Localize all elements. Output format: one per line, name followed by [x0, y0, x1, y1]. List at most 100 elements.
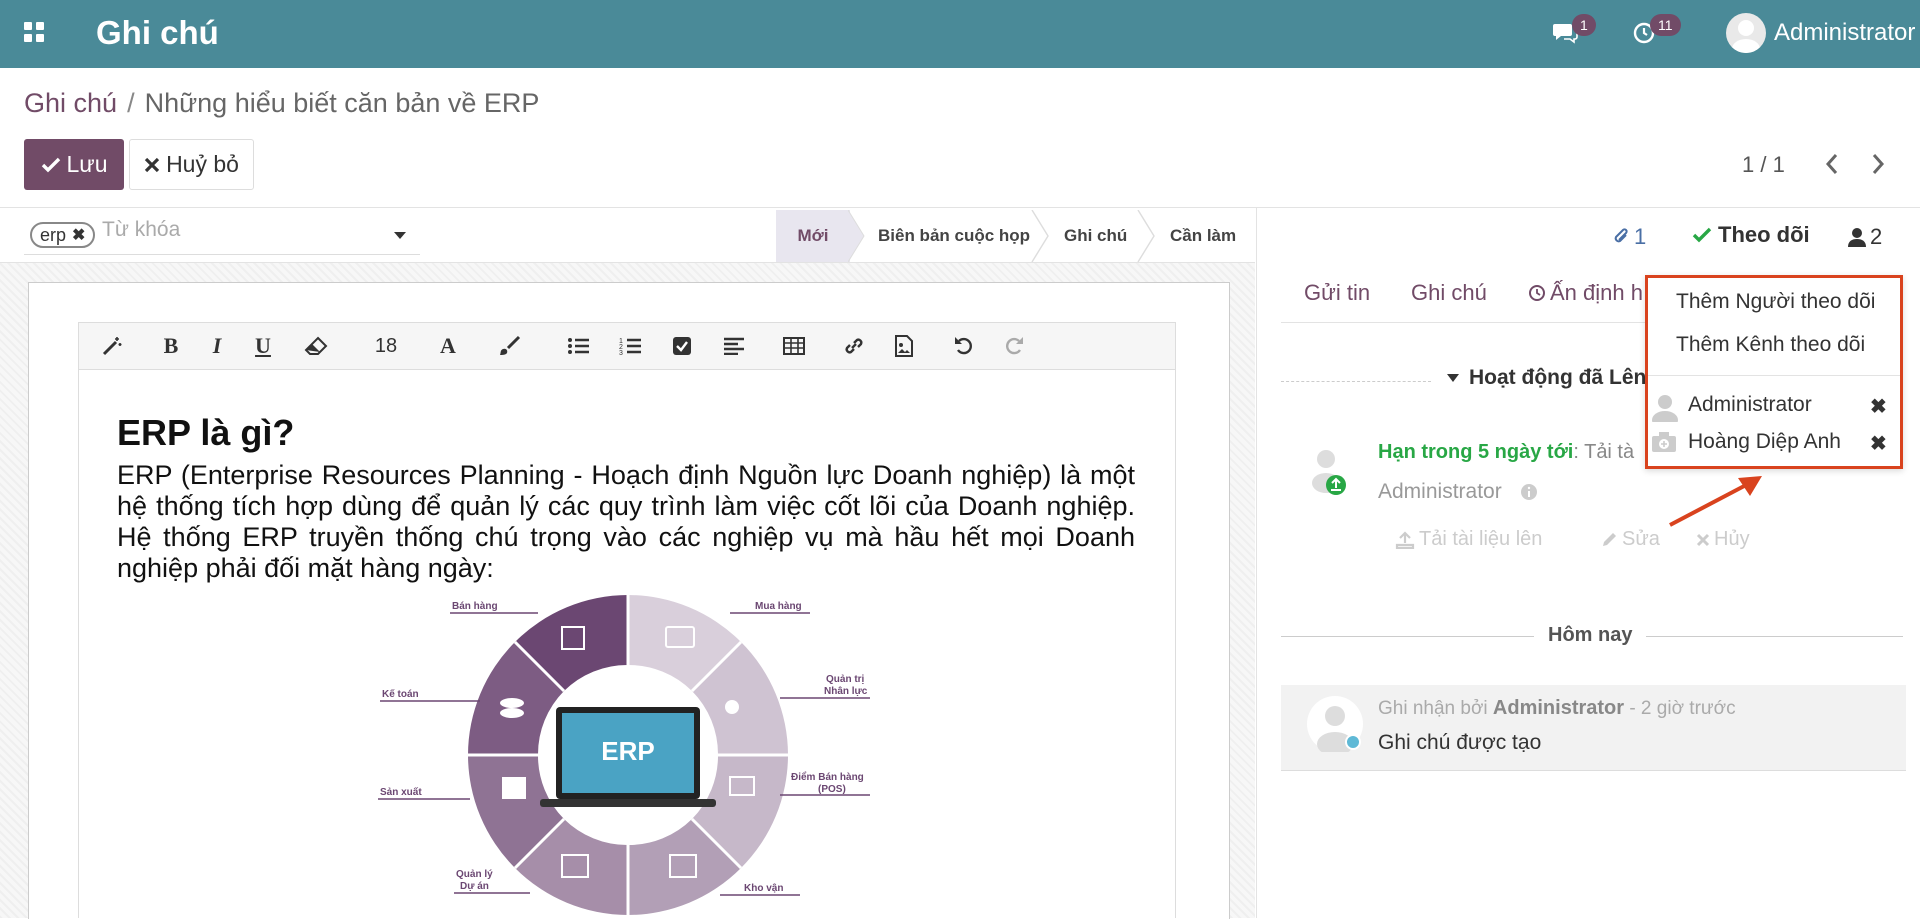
chevron-right-icon[interactable]: [1866, 150, 1890, 178]
content-heading: ERP là gì?: [117, 412, 295, 453]
add-follower-item[interactable]: Thêm Người theo dõi: [1676, 290, 1875, 314]
tag-chip-erp[interactable]: erp ✖: [30, 222, 96, 248]
follower-item[interactable]: Administrator: [1688, 393, 1812, 417]
erp-diagram-image: ERP Bán hàng Mua hàng Quản trị Nhân lực …: [378, 595, 870, 915]
erp-label-pos-2: (POS): [818, 784, 846, 795]
tag-input-underline: [24, 254, 420, 255]
font-size-selector[interactable]: 18: [366, 332, 406, 360]
user-icon: [1848, 228, 1866, 247]
caret-down-icon: [1447, 374, 1459, 382]
erp-label-hr-2: Nhân lực: [824, 686, 868, 697]
app-title[interactable]: Ghi chú: [96, 14, 219, 52]
remove-follower-icon[interactable]: ✖: [1870, 431, 1887, 456]
close-icon: [1696, 533, 1710, 546]
tab-log-note[interactable]: Ghi chú: [1411, 280, 1487, 306]
today-label: Hôm nay: [1534, 624, 1647, 647]
avatar: [1726, 13, 1766, 53]
erp-label-project-2: Dự án: [460, 881, 489, 892]
tab-send-message[interactable]: Gửi tin: [1304, 280, 1370, 306]
bold-icon[interactable]: B: [157, 332, 185, 360]
activity-divider: [1281, 381, 1431, 382]
activity-assignee: Administrator: [1378, 480, 1538, 504]
bullet-list-icon[interactable]: [564, 332, 592, 360]
tab-schedule-activity[interactable]: Ấn định h: [1528, 280, 1643, 306]
table-icon[interactable]: [780, 332, 808, 360]
messages-button[interactable]: 1: [1552, 14, 1596, 50]
planned-activities-toggle[interactable]: Hoạt động đã Lên: [1447, 366, 1646, 390]
erp-diagram-center: ERP: [601, 736, 654, 766]
pager-value[interactable]: 1 / 1: [1742, 152, 1785, 178]
checklist-icon[interactable]: [668, 332, 696, 360]
cancel-activity-button[interactable]: Hủy: [1696, 528, 1750, 551]
activity-due-date: Hạn trong 5 ngày tới: Tải tà: [1378, 441, 1635, 463]
channel-avatar-icon: [1652, 432, 1676, 452]
stage-meeting-minutes[interactable]: Biên bản cuộc họp: [878, 210, 1030, 262]
breadcrumb-root[interactable]: Ghi chú: [24, 88, 117, 118]
clock-icon: [1529, 285, 1545, 301]
message-avatar: [1307, 696, 1363, 752]
top-navbar: Ghi chú 1 11 Administrator: [0, 0, 1920, 68]
check-icon: [41, 157, 60, 172]
stage-chevron: [1137, 210, 1155, 262]
stage-chevron: [1031, 210, 1049, 262]
dropdown-divider: [1648, 375, 1900, 376]
upload-document-button[interactable]: Tải tài liệu lên: [1395, 528, 1542, 551]
messages-badge: 1: [1572, 14, 1596, 36]
tag-input[interactable]: Từ khóa: [102, 218, 180, 242]
follower-item[interactable]: Hoàng Diệp Anh: [1688, 430, 1841, 454]
check-icon: [1692, 227, 1712, 243]
redo-icon[interactable]: [1000, 332, 1028, 360]
pencil-icon: [1603, 532, 1616, 546]
erp-label-project-1: Quản lý: [456, 869, 493, 880]
erp-label-purchase: Mua hàng: [755, 601, 802, 612]
breadcrumb: Ghi chú / Những hiểu biết căn bản về ERP: [24, 88, 539, 119]
apps-menu-icon[interactable]: [24, 22, 46, 44]
user-name: Administrator: [1774, 19, 1916, 46]
underline-icon[interactable]: U: [249, 332, 277, 360]
stage-new[interactable]: Mới: [776, 210, 850, 262]
brush-icon[interactable]: [496, 332, 524, 360]
close-icon: [144, 157, 160, 172]
undo-icon[interactable]: [950, 332, 978, 360]
add-channel-item[interactable]: Thêm Kênh theo dõi: [1676, 333, 1865, 357]
eraser-icon[interactable]: [302, 332, 330, 360]
activity-avatar: [1312, 450, 1346, 495]
text-color-icon[interactable]: A: [434, 332, 462, 360]
follow-button[interactable]: Theo dõi: [1692, 222, 1810, 248]
erp-label-manufacturing: Sản xuất: [380, 786, 422, 798]
chevron-left-icon[interactable]: [1820, 150, 1844, 178]
numbered-list-icon[interactable]: 123: [616, 332, 644, 360]
user-silhouette-icon: [1732, 20, 1760, 53]
image-icon[interactable]: [890, 332, 918, 360]
breadcrumb-separator: /: [127, 88, 135, 118]
breadcrumb-current: Những hiểu biết căn bản về ERP: [144, 88, 540, 118]
remove-tag-icon[interactable]: ✖: [72, 225, 85, 245]
stage-chevron: [848, 210, 865, 262]
user-menu[interactable]: Administrator: [1726, 12, 1915, 54]
activities-badge: 11: [1650, 14, 1681, 36]
discard-button[interactable]: Huỷ bỏ: [129, 139, 254, 190]
activities-button[interactable]: 11: [1632, 14, 1681, 50]
stage-notes[interactable]: Ghi chú: [1064, 210, 1127, 262]
link-icon[interactable]: [840, 332, 868, 360]
align-left-icon[interactable]: [720, 332, 748, 360]
remove-follower-icon[interactable]: ✖: [1870, 394, 1887, 419]
message-author: Ghi nhận bởi Administrator - 2 giờ trước: [1378, 697, 1736, 719]
paperclip-icon: [1614, 228, 1628, 243]
magic-wand-icon[interactable]: [98, 332, 126, 360]
erp-label-accounting: Kế toán: [382, 688, 419, 700]
edit-activity-button[interactable]: Sửa: [1600, 528, 1660, 551]
caret-down-icon[interactable]: [394, 232, 406, 239]
save-button[interactable]: Lưu: [24, 139, 124, 190]
upload-icon: [1395, 530, 1415, 549]
italic-icon[interactable]: I: [203, 332, 231, 360]
annotation-arrow-icon: [1669, 476, 1762, 527]
followers-button[interactable]: 2: [1848, 224, 1882, 250]
message-body: Ghi chú được tạo: [1378, 731, 1542, 754]
erp-label-hr-1: Quản trị: [826, 674, 865, 685]
attachments-button[interactable]: 1: [1612, 224, 1646, 250]
content-paragraph: ERP (Enterprise Resources Planning - Hoạ…: [117, 460, 1135, 583]
info-icon[interactable]: [1520, 483, 1538, 501]
erp-label-inventory: Kho vận: [744, 883, 783, 894]
stage-todo[interactable]: Cần làm: [1170, 210, 1236, 262]
